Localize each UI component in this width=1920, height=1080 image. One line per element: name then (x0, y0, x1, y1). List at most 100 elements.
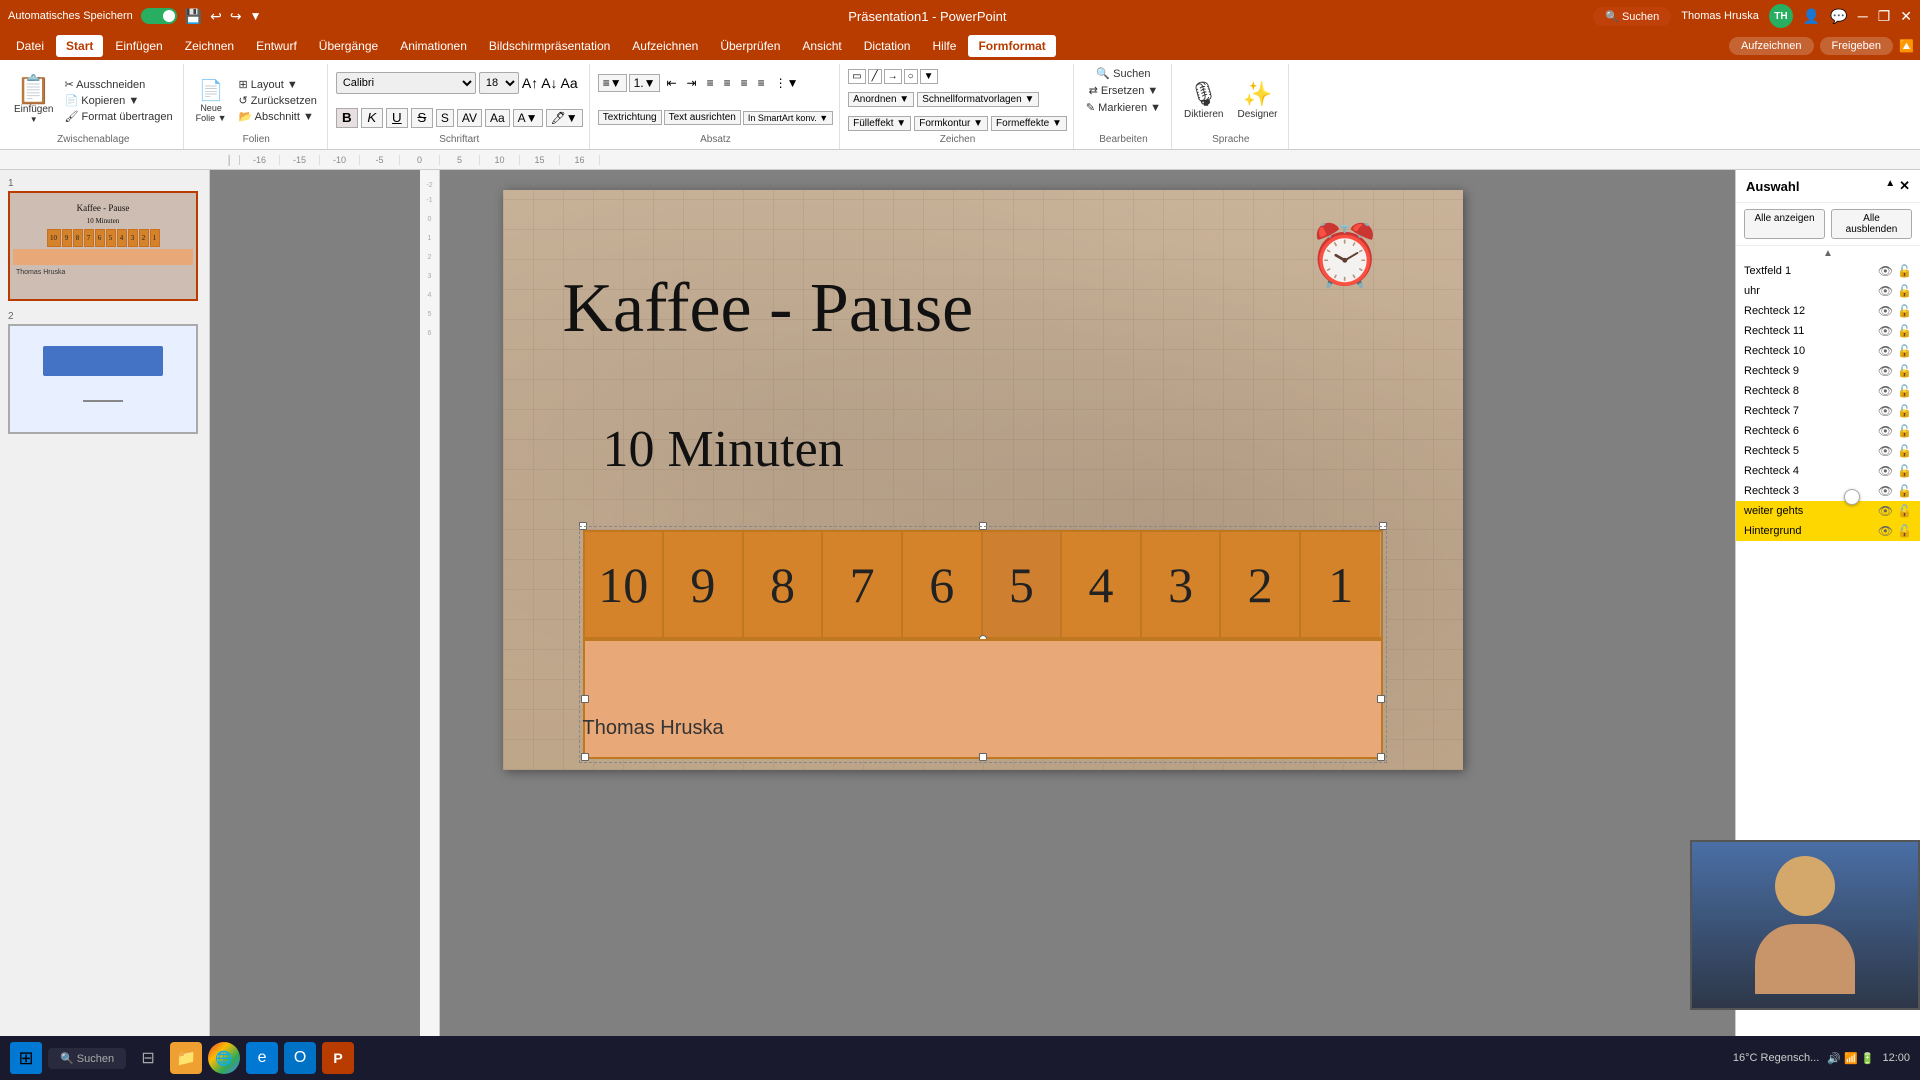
diktieren-btn[interactable]: 🎙 Diktieren (1180, 78, 1227, 122)
markieren-btn[interactable]: ✎ Markieren ▼ (1082, 100, 1165, 115)
fuellung-btn[interactable]: Fülleffekt ▼ (848, 116, 911, 131)
lock-icon-hintergrund[interactable]: 🔓 (1897, 524, 1912, 538)
columns-btn[interactable]: ⋮▼ (771, 75, 803, 91)
layer-rechteck8[interactable]: Rechteck 8 👁 🔓 (1736, 381, 1920, 401)
increase-indent-btn[interactable]: ⇥ (683, 75, 701, 91)
layer-weiter-gehts[interactable]: weiter gehts 👁 🔓 (1736, 501, 1920, 521)
menu-uebergaenge[interactable]: Übergänge (309, 35, 388, 57)
comments-icon[interactable]: 💬 (1830, 8, 1847, 25)
strikethrough-btn[interactable]: S (411, 108, 433, 128)
zuruecksetzen-btn[interactable]: ↺ Zurücksetzen (235, 93, 321, 108)
kopieren-btn[interactable]: 📄 Kopieren ▼ (60, 93, 176, 108)
taskbar-app-edge[interactable]: e (246, 1042, 278, 1074)
ausschneiden-btn[interactable]: ✂ Ausschneiden (60, 77, 176, 92)
redo-icon[interactable]: ↪ (230, 8, 242, 25)
search-taskbar-btn[interactable]: 🔍 Suchen (48, 1048, 126, 1069)
menu-entwurf[interactable]: Entwurf (246, 35, 307, 57)
taskbar-app-outlook[interactable]: O (284, 1042, 316, 1074)
save-icon[interactable]: 💾 (185, 8, 202, 25)
menu-bildschirm[interactable]: Bildschirmpräsentation (479, 35, 620, 57)
taskbar-app-explorer[interactable]: 📁 (170, 1042, 202, 1074)
layer-rechteck11[interactable]: Rechteck 11 👁 🔓 (1736, 321, 1920, 341)
decrease-indent-btn[interactable]: ⇤ (662, 75, 680, 91)
show-all-btn[interactable]: Alle anzeigen (1744, 209, 1825, 239)
effekte-btn[interactable]: Formeffekte ▼ (991, 116, 1067, 131)
layer-textfeld1[interactable]: Textfeld 1 👁 🔓 (1736, 261, 1920, 281)
menu-zeichnen[interactable]: Zeichnen (175, 35, 244, 57)
menu-hilfe[interactable]: Hilfe (922, 35, 966, 57)
visibility-icon-r9[interactable]: 👁 (1878, 364, 1893, 378)
slide-subtitle[interactable]: 10 Minuten (603, 420, 844, 479)
text-align-btn[interactable]: Text ausrichten (664, 110, 741, 125)
designer-btn[interactable]: ✨ Designer (1233, 78, 1281, 122)
layout-btn[interactable]: ⊞ Layout ▼ (235, 77, 321, 92)
bullets-btn[interactable]: ≡▼ (598, 74, 627, 92)
visibility-icon-hintergrund[interactable]: 👁 (1878, 524, 1893, 538)
visibility-icon-textfeld1[interactable]: 👁 (1878, 264, 1893, 278)
layer-hintergrund[interactable]: Hintergrund 👁 🔓 (1736, 521, 1920, 541)
lock-icon-r12[interactable]: 🔓 (1897, 304, 1912, 318)
increase-font-btn[interactable]: A↑ (522, 75, 538, 91)
text-case-btn[interactable]: Aa (485, 109, 510, 127)
undo-icon[interactable]: ↩ (210, 8, 222, 25)
lock-icon-r9[interactable]: 🔓 (1897, 364, 1912, 378)
minimize-btn[interactable]: ─ (1858, 8, 1868, 24)
menu-ansicht[interactable]: Ansicht (792, 35, 851, 57)
neue-folie-btn[interactable]: 📄 Neue Folie ▼ (192, 76, 231, 125)
menu-ueberpruefen[interactable]: Überprüfen (710, 35, 790, 57)
visibility-icon-r3[interactable]: 👁 (1878, 484, 1893, 498)
lock-icon-r3[interactable]: 🔓 (1897, 484, 1912, 498)
decrease-font-btn[interactable]: A↓ (541, 75, 557, 91)
restore-btn[interactable]: ❐ (1878, 8, 1891, 25)
slide-canvas[interactable]: ⏰ Kaffee - Pause 10 Minuten (503, 190, 1463, 770)
panel-collapse-btn[interactable]: ▲ (1885, 178, 1895, 194)
lock-icon-r6[interactable]: 🔓 (1897, 424, 1912, 438)
layer-rechteck5[interactable]: Rechteck 5 👁 🔓 (1736, 441, 1920, 461)
search-box[interactable]: 🔍 Suchen (1593, 7, 1671, 26)
einfuegen-btn[interactable]: 📋 Einfügen ▼ (10, 74, 57, 126)
layer-rechteck12[interactable]: Rechteck 12 👁 🔓 (1736, 301, 1920, 321)
suchen-btn[interactable]: 🔍 Suchen (1092, 66, 1154, 81)
taskbar-app-chrome[interactable]: 🌐 (208, 1042, 240, 1074)
align-left-btn[interactable]: ≡ (703, 75, 718, 91)
visibility-icon-weiter[interactable]: 👁 (1878, 504, 1893, 518)
aufzeichnen-btn[interactable]: Aufzeichnen (1729, 37, 1814, 55)
close-btn[interactable]: ✕ (1900, 8, 1912, 25)
lock-icon-r7[interactable]: 🔓 (1897, 404, 1912, 418)
hide-all-btn[interactable]: Alle ausblenden (1831, 209, 1912, 239)
taskview-btn[interactable]: ⊟ (132, 1042, 164, 1074)
freigeben-btn[interactable]: Freigeben (1820, 37, 1894, 55)
lock-icon-textfeld1[interactable]: 🔓 (1897, 264, 1912, 278)
char-spacing-btn[interactable]: AV (457, 109, 482, 127)
font-color-btn[interactable]: A▼ (513, 109, 543, 127)
counter-bottom-rect[interactable] (583, 639, 1383, 759)
lock-icon-uhr[interactable]: 🔓 (1897, 284, 1912, 298)
kontur-btn[interactable]: Formkontur ▼ (914, 116, 988, 131)
shape-oval[interactable]: ○ (904, 69, 918, 84)
visibility-icon-r10[interactable]: 👁 (1878, 344, 1893, 358)
more-shapes-btn[interactable]: ▼ (920, 69, 938, 84)
shape-rect[interactable]: ▭ (848, 69, 865, 84)
visibility-icon-r7[interactable]: 👁 (1878, 404, 1893, 418)
menu-aufzeichnen[interactable]: Aufzeichnen (622, 35, 708, 57)
taskbar-app-powerpoint[interactable]: P (322, 1042, 354, 1074)
slide-thumb-2[interactable]: 2 (8, 311, 201, 434)
layer-uhr[interactable]: uhr 👁 🔓 (1736, 281, 1920, 301)
visibility-icon-r6[interactable]: 👁 (1878, 424, 1893, 438)
more-icon[interactable]: ▼ (250, 9, 262, 23)
shape-line[interactable]: ╱ (868, 69, 882, 84)
menu-dictation[interactable]: Dictation (854, 35, 921, 57)
visibility-icon-r11[interactable]: 👁 (1878, 324, 1893, 338)
font-size-select[interactable]: 18 (479, 72, 519, 94)
visibility-icon-r12[interactable]: 👁 (1878, 304, 1893, 318)
lock-icon-r10[interactable]: 🔓 (1897, 344, 1912, 358)
abschnitt-btn[interactable]: 📂 Abschnitt ▼ (235, 109, 321, 124)
anordnen-btn[interactable]: Anordnen ▼ (848, 92, 914, 107)
lock-icon-r8[interactable]: 🔓 (1897, 384, 1912, 398)
menu-animationen[interactable]: Animationen (390, 35, 477, 57)
justify-btn[interactable]: ≡ (754, 75, 769, 91)
panel-close-btn[interactable]: ✕ (1899, 178, 1910, 194)
align-center-btn[interactable]: ≡ (720, 75, 735, 91)
layer-rechteck9[interactable]: Rechteck 9 👁 🔓 (1736, 361, 1920, 381)
share-icon[interactable]: 👤 (1803, 8, 1820, 25)
